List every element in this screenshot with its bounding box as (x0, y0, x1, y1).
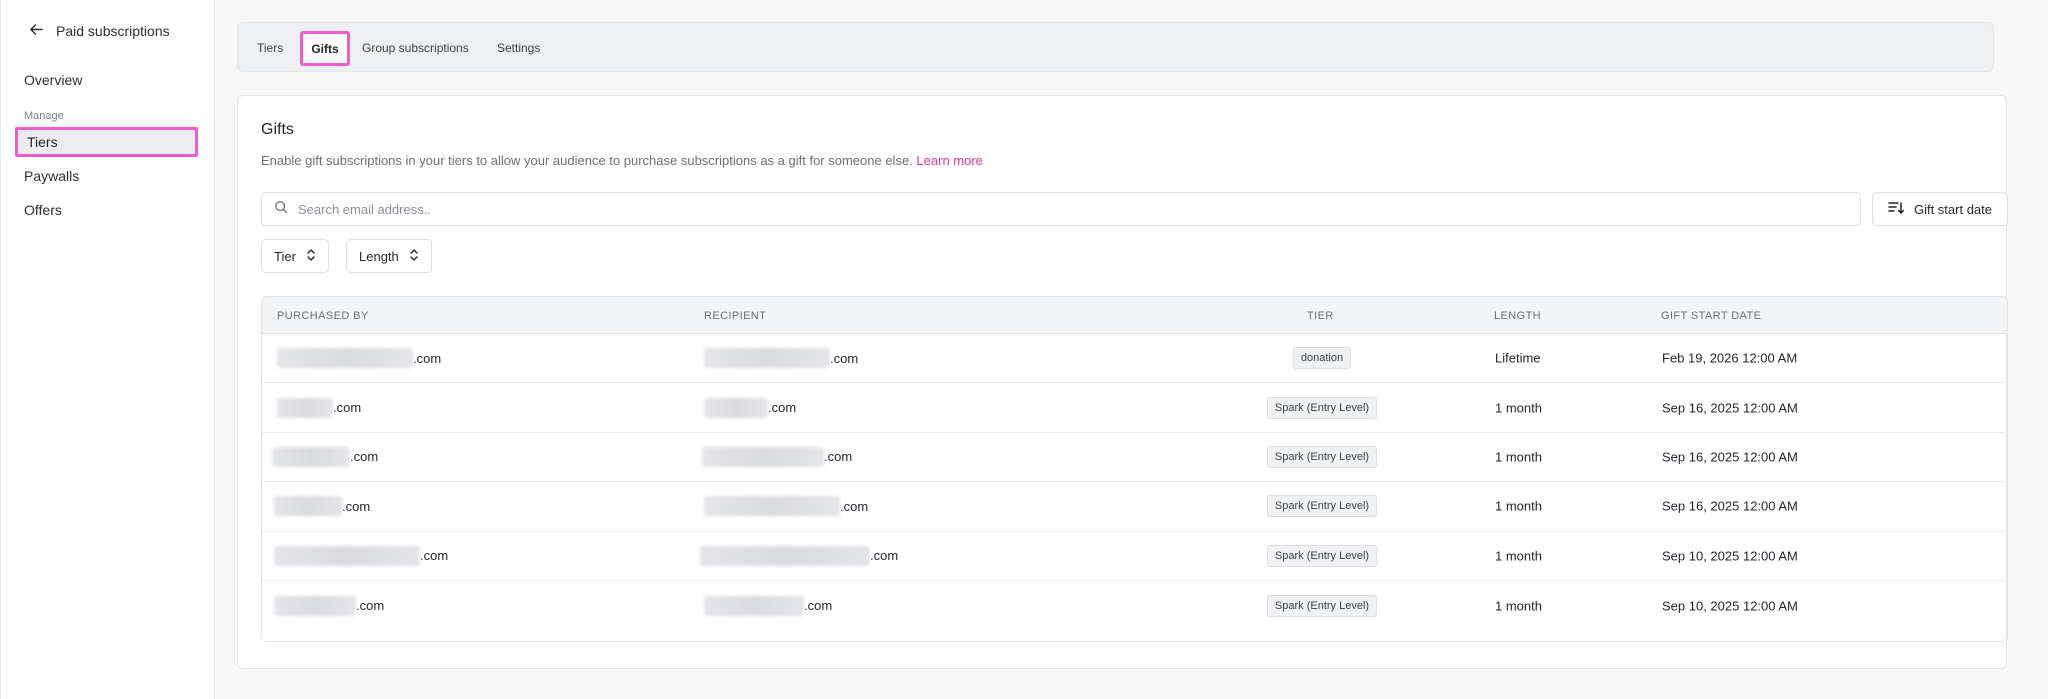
gifts-card: Gifts Enable gift subscriptions in your … (237, 95, 2008, 669)
sidebar: Paid subscriptions Overview Manage Tiers… (0, 0, 215, 699)
purchased-by-cell: .com (272, 446, 379, 467)
search-icon (274, 200, 288, 219)
redacted-email (274, 545, 420, 566)
length-cell: 1 month (1495, 548, 1542, 564)
sidebar-item-overview[interactable]: Overview (24, 72, 82, 88)
email-suffix: .com (342, 498, 371, 514)
redacted-email (702, 446, 824, 467)
learn-more-link[interactable]: Learn more (916, 153, 982, 168)
sidebar-item-tiers[interactable]: Tiers (15, 127, 198, 157)
redacted-email (274, 496, 342, 517)
tier-badge: Spark (Entry Level) (1266, 445, 1378, 468)
purchased-by-cell: .com (277, 397, 362, 418)
chevron-up-down-icon (409, 248, 419, 265)
search-field[interactable] (261, 192, 1861, 226)
recipient-cell: .com (700, 545, 899, 566)
recipient-cell: .com (704, 397, 797, 418)
redacted-email (704, 595, 804, 616)
recipient-cell: .com (704, 595, 833, 616)
table-row[interactable]: .com .com Spark (Entry Level) 1 month Se… (262, 383, 2007, 433)
email-suffix: .com (870, 548, 899, 564)
gifts-description: Enable gift subscriptions in your tiers … (261, 153, 983, 168)
start-date-cell: Sep 10, 2025 12:00 AM (1662, 548, 1798, 564)
sidebar-item-label: Tiers (27, 134, 58, 150)
email-suffix: .com (333, 400, 362, 416)
email-suffix: .com (804, 598, 833, 614)
tab-group-subscriptions[interactable]: Group subscriptions (362, 41, 469, 55)
sort-icon (1888, 200, 1905, 219)
length-filter[interactable]: Length (346, 239, 432, 273)
search-input[interactable] (298, 201, 1798, 217)
start-date-cell: Sep 16, 2025 12:00 AM (1662, 449, 1798, 465)
tab-bar: Tiers Gifts Group subscriptions Settings (237, 22, 1994, 72)
table-row[interactable]: .com .com Spark (Entry Level) 1 month Se… (262, 532, 2007, 581)
length-cell: 1 month (1495, 449, 1542, 465)
sidebar-section-label: Manage (24, 110, 64, 122)
tier-badge: Spark (Entry Level) (1266, 544, 1378, 567)
column-header-tier[interactable]: TIER (1307, 310, 1334, 322)
back-link-label: Paid subscriptions (56, 23, 170, 39)
start-date-cell: Sep 10, 2025 12:00 AM (1662, 598, 1798, 614)
purchased-by-cell: .com (274, 545, 449, 566)
redacted-email (704, 496, 840, 517)
email-suffix: .com (413, 350, 442, 366)
length-cell: 1 month (1495, 400, 1542, 416)
tab-settings[interactable]: Settings (497, 41, 540, 55)
email-suffix: .com (356, 598, 385, 614)
page-title: Gifts (261, 121, 294, 138)
redacted-email (272, 446, 350, 467)
table-row[interactable]: .com .com Spark (Entry Level) 1 month Se… (262, 433, 2007, 483)
redacted-email (700, 545, 870, 566)
column-header-purchased-by[interactable]: PURCHASED BY (277, 310, 369, 322)
email-suffix: .com (824, 449, 853, 465)
tier-badge: Spark (Entry Level) (1266, 396, 1378, 419)
recipient-cell: .com (702, 446, 853, 467)
redacted-email (274, 595, 356, 616)
tier-badge: donation (1292, 347, 1352, 370)
sidebar-item-offers[interactable]: Offers (24, 202, 62, 218)
redacted-email (277, 397, 333, 418)
email-suffix: .com (830, 350, 859, 366)
length-cell: 1 month (1495, 498, 1542, 514)
table-row[interactable]: .com .com Spark (Entry Level) 1 month Se… (262, 482, 2007, 532)
recipient-cell: .com (704, 496, 869, 517)
chevron-up-down-icon (306, 248, 316, 265)
sidebar-item-paywalls[interactable]: Paywalls (24, 168, 79, 184)
email-suffix: .com (768, 400, 797, 416)
arrow-left-icon (29, 22, 44, 40)
length-cell: 1 month (1495, 598, 1542, 614)
start-date-cell: Sep 16, 2025 12:00 AM (1662, 400, 1798, 416)
purchased-by-cell: .com (274, 595, 385, 616)
email-suffix: .com (350, 449, 379, 465)
redacted-email (704, 397, 768, 418)
tab-gifts[interactable]: Gifts (300, 31, 350, 66)
gifts-table: PURCHASED BY RECIPIENT TIER LENGTH GIFT … (261, 296, 2008, 642)
redacted-email (277, 348, 413, 369)
redacted-email (704, 348, 830, 369)
column-header-recipient[interactable]: RECIPIENT (704, 310, 766, 322)
tier-filter[interactable]: Tier (261, 239, 329, 273)
column-header-length[interactable]: LENGTH (1494, 310, 1541, 322)
tier-filter-label: Tier (274, 248, 296, 264)
column-header-gift-start-date[interactable]: GIFT START DATE (1661, 310, 1761, 322)
start-date-cell: Feb 19, 2026 12:00 AM (1662, 350, 1798, 366)
length-cell: Lifetime (1495, 350, 1541, 366)
purchased-by-cell: .com (277, 348, 442, 369)
table-row[interactable]: .com .com donation Lifetime Feb 19, 2026… (262, 334, 2007, 384)
tab-tiers[interactable]: Tiers (257, 41, 283, 55)
start-date-cell: Sep 16, 2025 12:00 AM (1662, 498, 1798, 514)
table-header: PURCHASED BY RECIPIENT TIER LENGTH GIFT … (262, 297, 2007, 334)
length-filter-label: Length (359, 248, 399, 264)
recipient-cell: .com (704, 348, 859, 369)
email-suffix: .com (840, 498, 869, 514)
email-suffix: .com (420, 548, 449, 564)
tier-badge: Spark (Entry Level) (1266, 594, 1378, 617)
purchased-by-cell: .com (274, 496, 371, 517)
sort-label: Gift start date (1913, 201, 1993, 217)
sort-gift-start-date-button[interactable]: Gift start date (1872, 192, 2008, 226)
table-row[interactable]: .com .com Spark (Entry Level) 1 month Se… (262, 581, 2007, 630)
description-text: Enable gift subscriptions in your tiers … (261, 153, 913, 168)
back-link[interactable]: Paid subscriptions (29, 22, 170, 40)
tier-badge: Spark (Entry Level) (1266, 495, 1378, 518)
